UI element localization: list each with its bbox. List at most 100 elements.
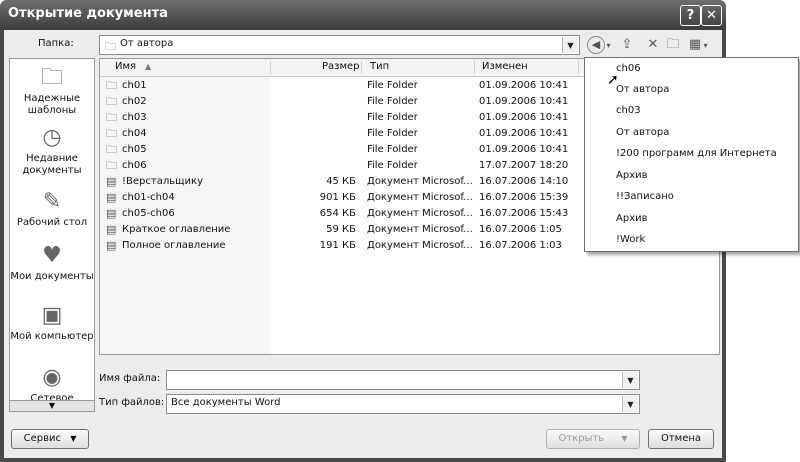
close-button[interactable]: ✕ [701,5,722,26]
views-dropdown-icon[interactable]: ▾ [701,37,710,55]
location-combo[interactable]: 🗀 От автора ▼ [99,35,580,55]
place-my-documents[interactable]: ♥ Мои документы [10,243,94,283]
folder-icon: 🗀 [106,79,117,92]
file-name: ch05 [122,144,147,155]
place-label: Мой компьютер [10,331,94,342]
file-modified: 01.09.2006 10:41 [479,80,569,91]
folder-icon: 🗀 [105,40,116,53]
arrow-down-icon: ▼ [48,401,56,410]
back-history-dropdown-icon[interactable]: ▾ [604,37,613,55]
folder-icon: 🗀 [106,159,117,172]
history-item[interactable]: ch06 [616,63,641,74]
title-bar: Открытие документа ? ✕ [0,0,726,30]
file-size: 59 КБ [326,224,356,235]
location-label: Папка: [38,38,74,49]
back-icon[interactable]: ◀ [587,36,605,54]
file-type: File Folder [367,96,418,107]
file-name: ch01 [122,80,147,91]
cancel-label: Отмена [660,433,702,444]
column-name[interactable]: Имя [115,61,136,72]
help-button[interactable]: ? [680,5,701,26]
dialog-title: Открытие документа [8,6,168,21]
file-type: Документ Microsof... [367,176,473,187]
column-divider[interactable] [578,61,579,74]
column-modified[interactable]: Изменен [482,61,528,72]
history-item[interactable]: Архив [616,213,648,224]
place-label: Надежные шаблоны [23,93,81,116]
file-size: 45 КБ [326,176,356,187]
file-name: ch04 [122,128,147,139]
filetype-value: Все документы Word [171,397,281,408]
chevron-down-icon[interactable]: ▼ [622,372,638,388]
file-size: 191 КБ [319,240,356,251]
open-dropdown-icon: ▼ [621,434,628,443]
recent-documents-icon: ◷ [42,125,62,150]
open-label: Открыть [558,433,605,444]
place-label: Мои документы [10,271,94,282]
chevron-down-icon[interactable]: ▼ [622,396,638,412]
chevron-down-icon[interactable]: ▼ [562,37,578,53]
file-modified: 01.09.2006 10:41 [479,144,569,155]
column-divider[interactable] [270,61,271,74]
folder-icon: 🗀 [106,95,117,108]
place-desktop[interactable]: ✎ Рабочий стол [10,189,94,229]
location-value: От автора [120,38,174,49]
tools-button[interactable]: Сервис ▼ [11,429,89,449]
my-computer-icon: ▣ [41,303,63,328]
word-doc-icon: ▤ [106,191,117,204]
folder-icon: 🗀 [106,111,117,124]
trusted-templates-icon: 🗀 [40,65,63,90]
place-recent-documents[interactable]: ◷ Недавние документы [10,125,94,177]
file-name: ch06 [122,160,147,171]
word-doc-icon: ▤ [106,223,117,236]
history-item[interactable]: !!Записано [616,191,674,202]
cancel-button[interactable]: Отмена [648,429,714,449]
file-modified: 01.09.2006 10:41 [479,96,569,107]
delete-icon[interactable]: ✕ [644,36,662,54]
folder-icon: 🗀 [106,143,117,156]
history-item[interactable]: ch03 [616,105,641,116]
tools-label: Сервис [23,433,62,444]
file-name: ch05-ch06 [122,208,175,219]
desktop-icon: ✎ [42,189,62,214]
column-divider[interactable] [361,61,362,74]
new-folder-icon[interactable]: 🗀 [664,36,682,54]
word-doc-icon: ▤ [106,239,117,252]
place-network[interactable]: ◉ Сетевое [10,365,94,402]
history-item[interactable]: От автора [616,127,669,138]
file-name: ch03 [122,112,147,123]
history-item[interactable]: !Work [616,234,645,245]
file-modified: 17.07.2007 18:20 [479,160,569,171]
file-type: Документ Microsof... [367,240,473,251]
file-type: File Folder [367,112,418,123]
history-item[interactable]: Архив [616,170,648,181]
file-type: File Folder [367,144,418,155]
history-item[interactable]: !200 программ для Интернета [616,148,777,159]
file-type: File Folder [367,80,418,91]
place-my-computer[interactable]: ▣ Мой компьютер [10,303,94,343]
column-divider[interactable] [474,61,475,74]
file-type: File Folder [367,160,418,171]
place-label: Недавние документы [22,153,82,176]
word-doc-icon: ▤ [106,207,117,220]
open-button[interactable]: Открыть ▼ [546,429,640,449]
up-folder-icon[interactable]: ⇪ [618,36,636,54]
network-icon: ◉ [42,365,62,390]
file-size: 901 КБ [319,192,356,203]
file-modified: 16.07.2006 1:05 [479,224,562,235]
file-size: 654 КБ [319,208,356,219]
filename-label: Имя файла: [99,373,161,384]
column-size[interactable]: Размер [322,61,360,72]
file-modified: 16.07.2006 15:43 [479,208,569,219]
places-scroll-down[interactable]: ▼ [9,400,95,412]
filetype-select[interactable]: Все документы Word ▼ [166,394,640,414]
file-name: Краткое оглавление [122,224,231,235]
filename-input[interactable]: ▼ [166,370,640,390]
places-bar: 🗀 Надежные шаблоны ◷ Недавние документы … [9,58,95,403]
file-modified: 01.09.2006 10:41 [479,112,569,123]
history-item[interactable]: От автора [616,84,669,95]
file-name: Полное оглавление [122,240,226,251]
file-modified: 16.07.2006 1:03 [479,240,562,251]
column-type[interactable]: Тип [370,61,389,72]
place-trusted-templates[interactable]: 🗀 Надежные шаблоны [10,65,94,117]
